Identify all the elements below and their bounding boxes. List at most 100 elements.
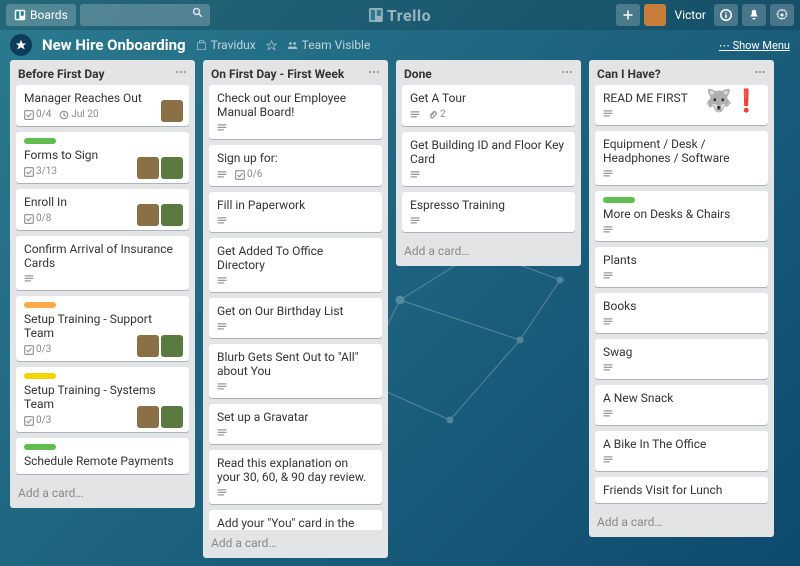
member-avatar[interactable] <box>137 204 159 226</box>
description-badge <box>217 170 227 180</box>
search-icon <box>192 7 204 19</box>
card-label <box>24 302 56 308</box>
card[interactable]: Add your "You" card in the "Who's Who" l… <box>209 510 382 530</box>
list-title: Can I Have? <box>597 67 661 81</box>
info-button[interactable] <box>714 4 738 26</box>
list-header[interactable]: Before First Day <box>10 60 195 85</box>
board-icon[interactable] <box>10 34 32 56</box>
card-label <box>24 373 56 379</box>
card-title: Blurb Gets Sent Out to "All" about You <box>217 350 374 378</box>
card[interactable]: Setup Training - Support Team0/3 <box>16 296 189 361</box>
list-menu-icon[interactable] <box>561 66 573 81</box>
card[interactable]: Get A Tour2 <box>402 85 575 126</box>
card[interactable]: Confirm Arrival of Insurance Cards <box>16 236 189 290</box>
list-menu-icon[interactable] <box>368 66 380 81</box>
user-avatar[interactable] <box>644 4 666 26</box>
member-avatar[interactable] <box>161 157 183 179</box>
show-menu-link[interactable]: ⋯ Show Menu <box>719 39 790 52</box>
card[interactable]: Enroll In0/8 <box>16 189 189 230</box>
card[interactable]: Fill in Paperwork <box>209 192 382 232</box>
card[interactable]: Plants <box>595 247 768 287</box>
list-header[interactable]: Can I Have? <box>589 60 774 85</box>
star-badge-icon <box>15 39 27 51</box>
description-badge <box>217 382 227 392</box>
card[interactable]: Get on Our Birthday List <box>209 298 382 338</box>
card[interactable]: Sign up for:0/6 <box>209 145 382 186</box>
plus-icon <box>622 9 634 21</box>
card[interactable]: Check out our Employee Manual Board! <box>209 85 382 139</box>
card[interactable]: Blurb Gets Sent Out to "All" about You <box>209 344 382 398</box>
list-menu-icon[interactable] <box>175 66 187 81</box>
description-badge <box>603 109 613 119</box>
card[interactable]: Read this explanation on your 30, 60, & … <box>209 450 382 504</box>
member-avatar[interactable] <box>161 406 183 428</box>
description-badge <box>603 455 613 465</box>
list-header[interactable]: On First Day - First Week <box>203 60 388 85</box>
description-badge <box>24 274 34 284</box>
card-title: Espresso Training <box>410 198 567 212</box>
trello-logo[interactable]: Trello <box>369 6 431 25</box>
card-label <box>24 444 56 450</box>
description-badge <box>603 317 613 327</box>
card[interactable]: Set up a Gravatar <box>209 404 382 444</box>
member-avatar[interactable] <box>161 100 183 122</box>
boards-button[interactable]: Boards <box>6 4 76 26</box>
card[interactable]: More on Desks & Chairs <box>595 191 768 241</box>
boards-button-label: Boards <box>30 8 68 22</box>
board-title[interactable]: New Hire Onboarding <box>42 36 186 54</box>
card[interactable]: Setup Training - Systems Team0/3 <box>16 367 189 432</box>
card-label <box>603 197 635 203</box>
card[interactable]: Get Added To Office Directory <box>209 238 382 292</box>
card[interactable]: 🐺❗READ ME FIRST <box>595 85 768 125</box>
description-badge <box>217 276 227 286</box>
card[interactable]: Manager Reaches Out0/4Jul 20 <box>16 85 189 126</box>
card[interactable]: A Bike In The Office <box>595 431 768 471</box>
member-avatar[interactable] <box>137 335 159 357</box>
card-title: Read this explanation on your 30, 60, & … <box>217 456 374 484</box>
description-badge <box>217 322 227 332</box>
star-button[interactable] <box>266 40 277 51</box>
list: DoneGet A Tour2 Get Building ID and Floor… <box>396 60 581 266</box>
create-button[interactable] <box>616 4 640 26</box>
card-list: 🐺❗READ ME FIRST Equipment / Desk / Headph… <box>589 85 774 509</box>
card[interactable]: Espresso Training <box>402 192 575 232</box>
board-canvas[interactable]: Before First DayManager Reaches Out0/4Ju… <box>0 60 800 566</box>
card[interactable]: Schedule Remote Payments <box>16 438 189 474</box>
search-box[interactable] <box>80 4 210 26</box>
add-card-button[interactable]: Add a card… <box>203 530 388 558</box>
org-link[interactable]: Travidux <box>196 38 256 52</box>
card[interactable]: Books <box>595 293 768 333</box>
card[interactable]: Friends Visit for Lunch <box>595 477 768 503</box>
member-avatar[interactable] <box>161 335 183 357</box>
card[interactable]: Swag <box>595 339 768 379</box>
card-title: Plants <box>603 253 760 267</box>
card-title: Friends Visit for Lunch <box>603 483 760 497</box>
member-avatar[interactable] <box>137 406 159 428</box>
checklist-badge: 0/6 <box>235 169 262 180</box>
member-avatar[interactable] <box>137 157 159 179</box>
notifications-button[interactable] <box>742 4 766 26</box>
list-menu-icon[interactable] <box>754 66 766 81</box>
member-avatar[interactable] <box>161 204 183 226</box>
card-list: Manager Reaches Out0/4Jul 20 Forms to Sig… <box>10 85 195 480</box>
card[interactable]: Get Building ID and Floor Key Card <box>402 132 575 186</box>
add-card-button[interactable]: Add a card… <box>589 509 774 537</box>
info-icon <box>720 9 732 21</box>
card-title: A Bike In The Office <box>603 437 760 451</box>
search-input[interactable] <box>88 8 202 22</box>
team-icon <box>287 40 298 51</box>
card[interactable]: Equipment / Desk / Headphones / Software <box>595 131 768 185</box>
card[interactable]: A New Snack <box>595 385 768 425</box>
card-title: Confirm Arrival of Insurance Cards <box>24 242 181 270</box>
checklist-badge: 3/13 <box>24 166 57 177</box>
visibility-button[interactable]: Team Visible <box>287 38 371 52</box>
settings-button[interactable] <box>770 4 794 26</box>
description-badge <box>603 271 613 281</box>
card-title: Manager Reaches Out <box>24 91 181 105</box>
add-card-button[interactable]: Add a card… <box>10 480 195 508</box>
card[interactable]: Forms to Sign3/13 <box>16 132 189 183</box>
description-badge <box>217 123 227 133</box>
card-title: Set up a Gravatar <box>217 410 374 424</box>
add-card-button[interactable]: Add a card… <box>396 238 581 266</box>
list-header[interactable]: Done <box>396 60 581 85</box>
